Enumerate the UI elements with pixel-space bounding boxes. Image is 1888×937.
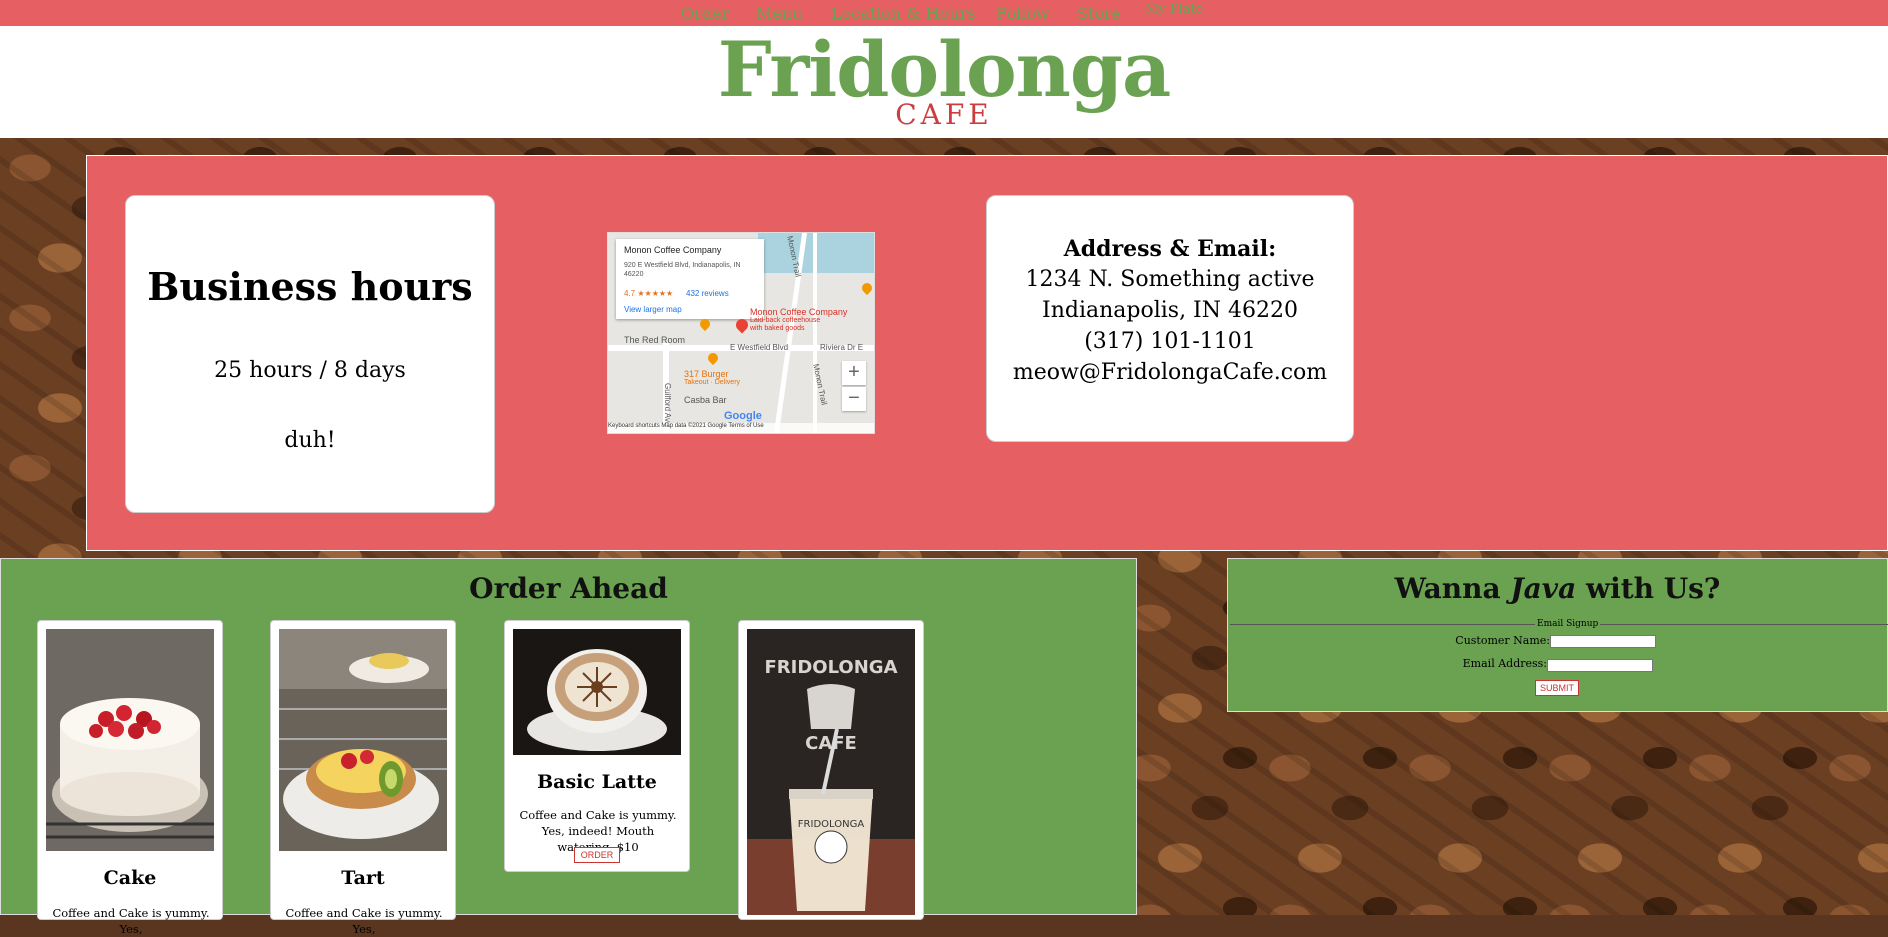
map-label-burger: 317 Burger [684,369,729,379]
nav-menu[interactable]: Menu [756,4,802,23]
map-place-name: Monon Coffee Company [624,245,722,255]
signup-title-java: Java [1510,572,1577,605]
email-address-label: Email Address: [1462,657,1547,670]
order-button[interactable]: ORDER [574,847,620,863]
svg-text:FRIDOLONGA: FRIDOLONGA [765,657,898,678]
nav-order[interactable]: Order [681,4,729,23]
signup-legend: Email Signup [1535,619,1601,629]
restaurant-pin-icon[interactable] [697,316,713,332]
map-place-address: 920 E Westfield Blvd, Indianapolis, IN 4… [624,262,741,278]
map-pin-icon[interactable] [733,316,751,334]
restaurant-pin-icon[interactable] [859,280,874,296]
map-footer[interactable]: Keyboard shortcuts Map data ©2021 Google… [608,423,874,433]
svg-text:FRIDOLONGA: FRIDOLONGA [798,819,865,830]
latte-photo [513,629,681,755]
map-reviews-link[interactable]: 432 reviews [686,289,729,298]
product-card-fridolonga-cup[interactable]: FRIDOLONGA CAFE FRIDOLONGA [738,620,924,920]
product-description: Coffee and Cake is yummy. Yes, [285,906,443,936]
business-hours-title: Business hours [147,264,473,309]
nav-store[interactable]: Store [1077,4,1121,23]
map-label-casba: Casba Bar [684,395,727,405]
email-address-input[interactable] [1547,659,1653,672]
address-city: Indianapolis, IN 46220 [1042,298,1298,323]
product-description: Coffee and Cake is yummy. Yes, [52,906,210,936]
map-info-bubble: Monon Coffee Company 920 E Westfield Blv… [616,239,764,319]
location-map[interactable]: Monon Coffee Company 920 E Westfield Blv… [607,232,875,434]
customer-name-label: Customer Name: [1455,634,1550,647]
view-larger-map-link[interactable]: View larger map [624,305,682,314]
nav-my-plate[interactable]: My Plate [1145,2,1203,17]
address-email[interactable]: meow@FridolongaCafe.com [987,360,1353,385]
google-logo: Google [724,410,762,422]
cake-photo [46,629,214,851]
product-name: Basic Latte [537,771,657,793]
map-zoom-in-button[interactable]: + [842,361,866,385]
signup-title-post: with Us? [1576,572,1721,605]
map-label-red-room: The Red Room [624,335,686,345]
business-hours-note: duh! [284,428,336,453]
map-label-guilford: Guilford Ave [663,383,672,427]
site-header: Fridolonga CAFE [0,26,1888,138]
product-card-tart[interactable]: Tart Coffee and Cake is yummy. Yes, [270,620,456,936]
product-name: Tart [341,867,385,889]
product-name: Cake [103,867,157,889]
product-card-cake[interactable]: Cake Coffee and Cake is yummy. Yes, [37,620,223,936]
top-nav: Order Menu Location & Hours Follow Store… [0,0,1888,26]
map-zoom-out-button[interactable]: − [842,387,866,411]
business-hours-card: Business hours 25 hours / 8 days duh! [125,195,495,513]
brand-subtitle: CAFE [895,98,993,131]
restaurant-pin-icon[interactable] [705,350,721,366]
address-title: Address & Email: [1063,236,1277,262]
map-rating: 4.7 ★★★★★ [624,289,674,298]
map-road [813,233,817,433]
map-label-monon: Monon Coffee Company [750,307,848,317]
business-hours-text: 25 hours / 8 days [214,358,406,383]
order-ahead-title: Order Ahead [469,572,668,605]
product-card-basic-latte[interactable]: Basic Latte Coffee and Cake is yummy. Ye… [504,620,690,872]
address-phone: (317) 101-1101 [1084,329,1256,354]
tart-photo [279,629,447,851]
fridolonga-cup-photo: FRIDOLONGA CAFE FRIDOLONGA [747,629,915,915]
map-label-westfield: E Westfield Blvd [730,343,789,352]
submit-button[interactable]: SUBMIT [1535,680,1579,696]
signup-title: Wanna Java with Us? [1227,572,1888,605]
map-label-burger-sub: Takeout · Delivery [684,379,741,386]
customer-name-input[interactable] [1550,635,1656,648]
map-label-riviera: Riviera Dr E [820,343,864,352]
nav-follow[interactable]: Follow [996,4,1049,23]
address-street: 1234 N. Something active [1025,267,1315,292]
address-card: Address & Email: 1234 N. Something activ… [986,195,1354,442]
nav-location-hours[interactable]: Location & Hours [831,4,975,23]
map-label-monon-sub: Laid-back coffeehouse with baked goods [750,317,821,332]
signup-title-pre: Wanna [1394,572,1511,605]
